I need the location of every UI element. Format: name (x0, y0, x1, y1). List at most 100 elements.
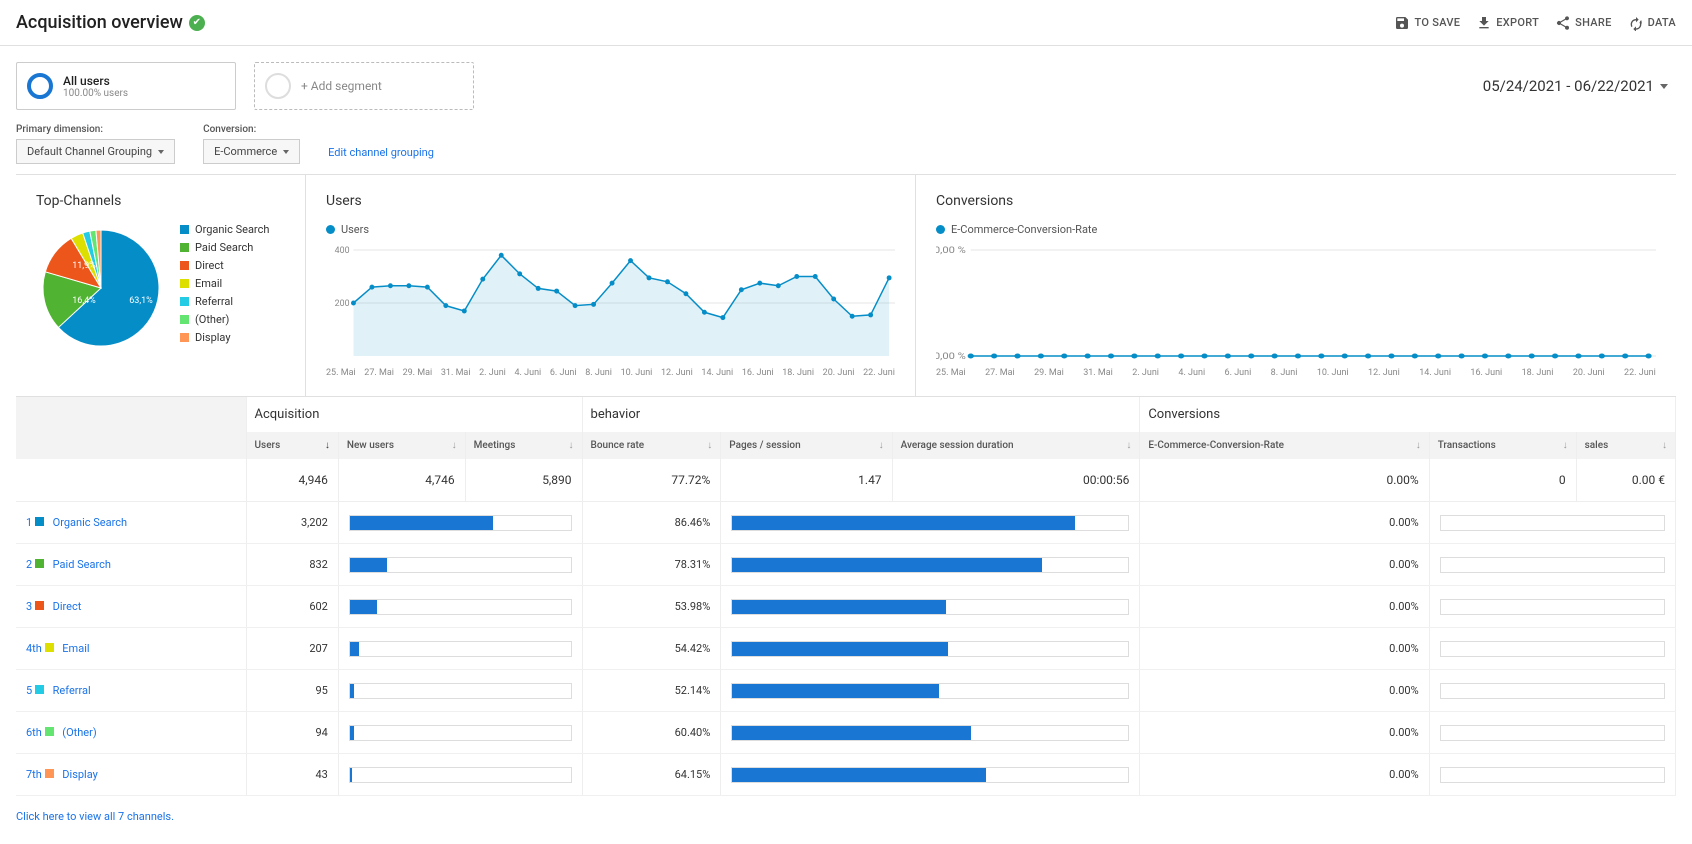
column-header[interactable]: E-Commerce-Conversion-Rate↓ (1140, 432, 1429, 459)
legend-color-icon (180, 225, 189, 234)
table-row[interactable]: 7th Display4364.15%0.00% (16, 754, 1676, 796)
legend-color-icon (180, 261, 189, 270)
conversion-value: E-Commerce (214, 145, 277, 158)
legend-label: Organic Search (195, 223, 269, 236)
svg-text:0,00 %: 0,00 % (936, 352, 966, 362)
users-panel: Users Users 200400 25. Mai27. Mai29. Mai… (306, 175, 916, 396)
legend-color-icon (180, 315, 189, 324)
segment-all-users[interactable]: All users 100.00% users (16, 62, 236, 110)
conv-cell: 0.00% (1140, 544, 1429, 586)
pie-legend-item[interactable]: Direct (180, 259, 269, 272)
channel-color-icon (45, 727, 54, 736)
conversion-label: Conversion: (203, 124, 300, 135)
users-cell: 207 (246, 628, 338, 670)
pie-legend-item[interactable]: (Other) (180, 313, 269, 326)
group-header-behavior: behavior (582, 397, 1140, 432)
save-label: TO SAVE (1414, 16, 1460, 29)
channel-cell[interactable]: 1 Organic Search (16, 502, 246, 544)
column-header[interactable]: Users↓ (246, 432, 338, 459)
conversion-select[interactable]: E-Commerce (203, 139, 300, 164)
users-cell: 3,202 (246, 502, 338, 544)
table-row[interactable]: 5 Referral9552.14%0.00% (16, 670, 1676, 712)
column-header[interactable]: New users↓ (338, 432, 465, 459)
conv-cell: 0.00% (1140, 754, 1429, 796)
conv-bar-cell (1429, 670, 1675, 712)
data-button[interactable]: DATA (1628, 15, 1676, 31)
table-row[interactable]: 4th Email20754.42%0.00% (16, 628, 1676, 670)
users-bar-cell (338, 586, 582, 628)
x-tick: 10. Juni (621, 368, 653, 378)
channel-cell[interactable]: 6th (Other) (16, 712, 246, 754)
channel-cell[interactable]: 2 Paid Search (16, 544, 246, 586)
save-button[interactable]: TO SAVE (1394, 15, 1460, 31)
group-header-acquisition: Acquisition (246, 397, 582, 432)
conv-bar-cell (1429, 754, 1675, 796)
users-cell: 43 (246, 754, 338, 796)
verified-icon: ✔ (189, 15, 205, 31)
users-bar-cell (338, 712, 582, 754)
group-header-conversions: Conversions (1140, 397, 1676, 432)
series-dot-icon (326, 225, 335, 234)
column-header[interactable]: Pages / session↓ (721, 432, 892, 459)
column-header[interactable]: Meetings↓ (465, 432, 582, 459)
conv-bar-cell (1429, 502, 1675, 544)
users-series-label: Users (341, 223, 369, 236)
dimension-label: Primary dimension: (16, 124, 175, 135)
x-tick: 6. Juni (1225, 368, 1252, 378)
x-tick: 25. Mai (936, 368, 966, 378)
table-row[interactable]: 2 Paid Search83278.31%0.00% (16, 544, 1676, 586)
export-icon (1476, 15, 1492, 31)
controls-row: Primary dimension: Default Channel Group… (0, 110, 1692, 174)
segment-row: All users 100.00% users + Add segment 05… (0, 46, 1692, 110)
x-tick: 22. Juni (1624, 368, 1656, 378)
channel-cell[interactable]: 7th Display (16, 754, 246, 796)
pie-legend-item[interactable]: Display (180, 331, 269, 344)
x-tick: 8. Juni (585, 368, 612, 378)
bounce-cell: 78.31% (582, 544, 721, 586)
pie-legend-item[interactable]: Paid Search (180, 241, 269, 254)
channel-cell[interactable]: 3 Direct (16, 586, 246, 628)
table-row[interactable]: 3 Direct60253.98%0.00% (16, 586, 1676, 628)
legend-color-icon (180, 243, 189, 252)
pie-legend-item[interactable]: Referral (180, 295, 269, 308)
column-header[interactable]: Average session duration↓ (892, 432, 1140, 459)
column-header[interactable]: Bounce rate↓ (582, 432, 721, 459)
add-segment-button[interactable]: + Add segment (254, 62, 474, 110)
table-row[interactable]: 1 Organic Search3,20286.46%0.00% (16, 502, 1676, 544)
channel-cell[interactable]: 4th Email (16, 628, 246, 670)
dimension-select[interactable]: Default Channel Grouping (16, 139, 175, 164)
share-icon (1555, 15, 1571, 31)
x-tick: 10. Juni (1317, 368, 1349, 378)
view-all-link[interactable]: Click here (16, 810, 64, 823)
segment-subtitle: 100.00% users (63, 88, 128, 99)
conversions-line-chart: 0,00 % 100,00 % (936, 244, 1656, 364)
pie-legend-item[interactable]: Email (180, 277, 269, 290)
x-tick: 14. Juni (701, 368, 733, 378)
channel-cell[interactable]: 5 Referral (16, 670, 246, 712)
users-bar-cell (338, 670, 582, 712)
date-range-picker[interactable]: 05/24/2021 - 06/22/2021 (1483, 77, 1676, 95)
channel-color-icon (45, 769, 54, 778)
add-segment-circle-icon (265, 73, 291, 99)
edit-grouping-link[interactable]: Edit channel grouping (328, 146, 434, 159)
table-row[interactable]: 6th (Other)9460.40%0.00% (16, 712, 1676, 754)
column-header[interactable]: Transactions↓ (1429, 432, 1576, 459)
share-button[interactable]: SHARE (1555, 15, 1612, 31)
pie-legend-item[interactable]: Organic Search (180, 223, 269, 236)
svg-text:100,00 %: 100,00 % (936, 246, 966, 256)
column-header[interactable]: sales↓ (1576, 432, 1675, 459)
export-button[interactable]: EXPORT (1476, 15, 1539, 31)
bounce-bar-cell (721, 586, 1140, 628)
users-cell: 94 (246, 712, 338, 754)
view-all-channels: Click here to view all 7 channels. (0, 796, 1692, 837)
x-tick: 8. Juni (1271, 368, 1298, 378)
x-tick: 31. Mai (441, 368, 471, 378)
users-bar-cell (338, 754, 582, 796)
panels: Top-Channels 63,1%16,4%11,9% Organic Sea… (16, 174, 1676, 396)
x-tick: 31. Mai (1083, 368, 1113, 378)
legend-color-icon (180, 279, 189, 288)
totals-cell: 4,946 (246, 459, 338, 502)
users-bar-cell (338, 628, 582, 670)
users-bar-cell (338, 544, 582, 586)
bounce-bar-cell (721, 502, 1140, 544)
